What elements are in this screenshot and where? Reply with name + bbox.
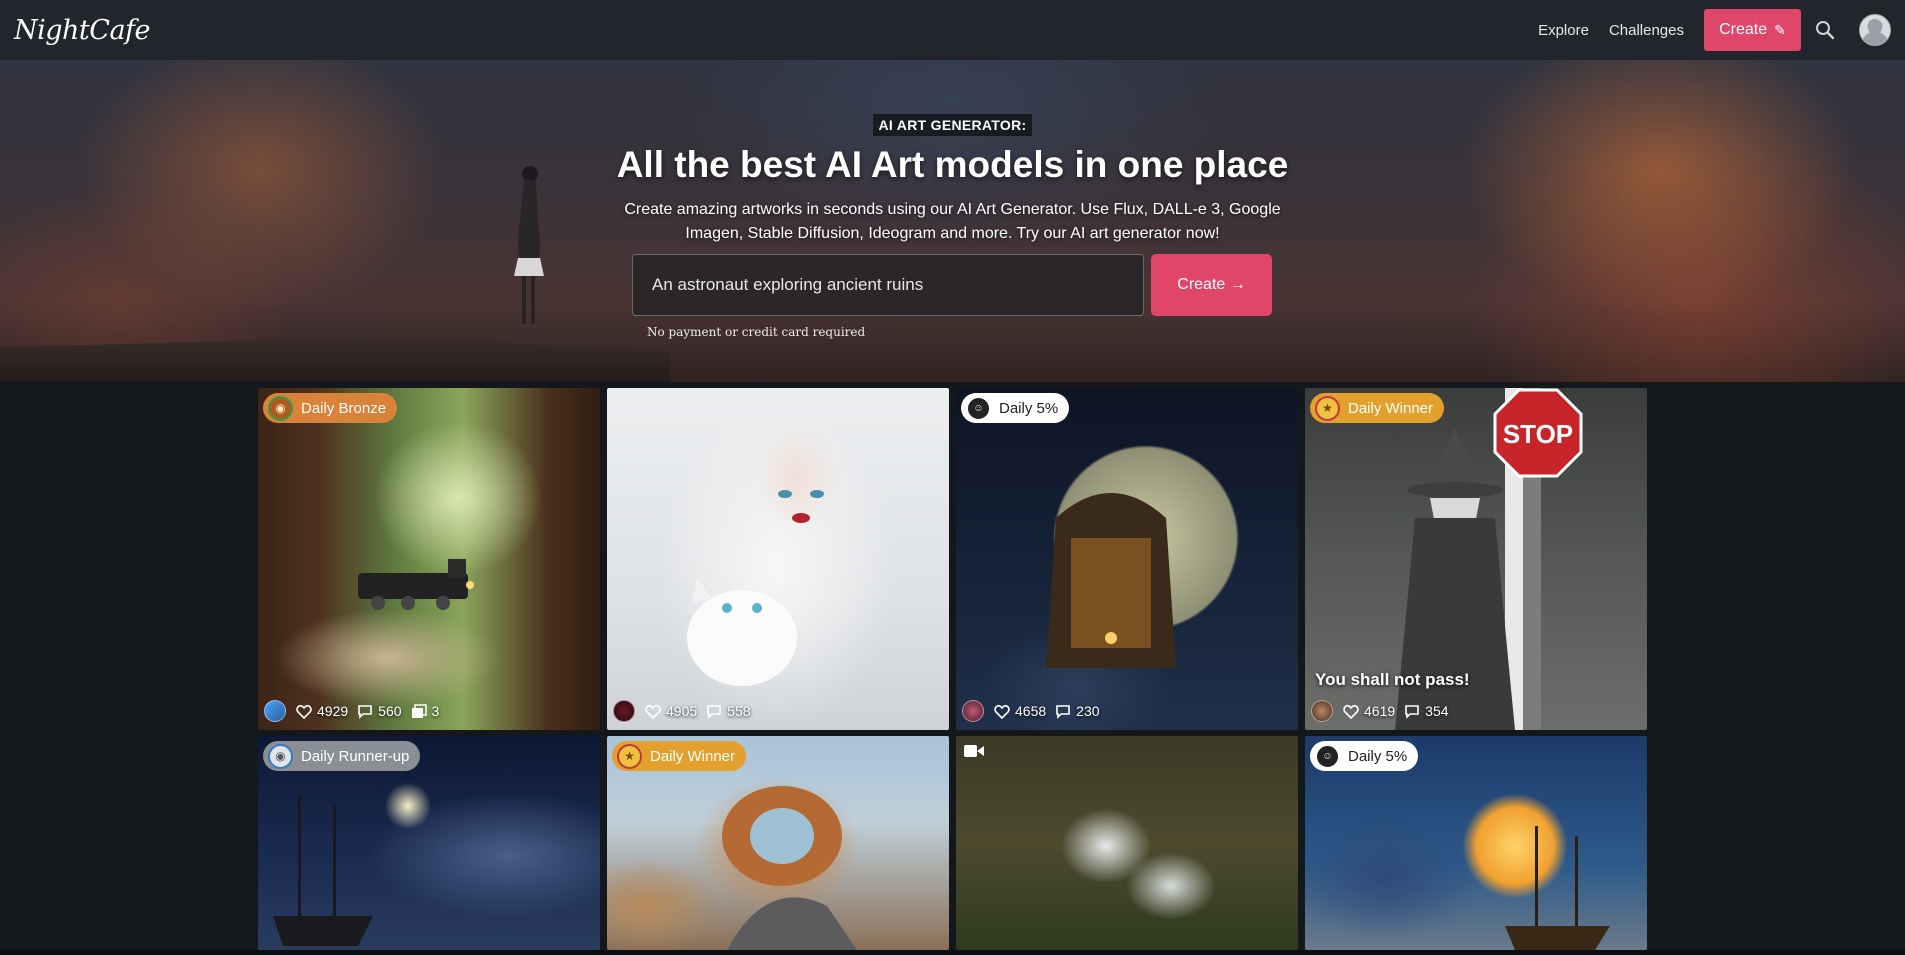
comments-count: 558 <box>727 703 751 719</box>
nightcafe-logo[interactable]: NightCafe <box>14 15 151 46</box>
likes[interactable]: 4658 <box>994 703 1046 719</box>
card-stats: 4929 560 3 <box>264 700 448 722</box>
card-stats: 4658 230 <box>962 700 1109 722</box>
hero-create-button[interactable]: Create → <box>1151 254 1272 316</box>
badge-label: Daily 5% <box>1348 747 1408 765</box>
gold-medal-icon: ★ <box>617 743 642 769</box>
likes[interactable]: 4929 <box>296 703 348 719</box>
hero-content: AI ART GENERATOR: All the best AI Art mo… <box>0 60 1905 246</box>
prompt-row: An astronaut exploring ancient ruins Cre… <box>632 254 1272 316</box>
artwork-card[interactable]: STOP ★ Daily Winner You shall not pass! … <box>1305 388 1647 730</box>
likes-count: 4929 <box>317 703 349 719</box>
award-badge: ★ Daily Winner <box>612 741 747 771</box>
images: 3 <box>411 703 440 719</box>
page-bottom-edge <box>0 950 1905 955</box>
video-icon <box>964 745 984 757</box>
top-percent-icon: ☺ <box>1315 743 1340 769</box>
comments-count: 230 <box>1076 703 1100 719</box>
likes-count: 4905 <box>666 703 698 719</box>
heart-icon <box>1343 704 1359 719</box>
artwork-card[interactable]: ★ Daily Winner <box>607 736 949 950</box>
badge-label: Daily Bronze <box>301 399 387 417</box>
nav-create-label: Create <box>1719 21 1768 38</box>
comments[interactable]: 230 <box>1055 703 1100 719</box>
comment-icon <box>358 704 372 719</box>
hero-subtext: Create amazing artworks in seconds using… <box>624 201 1281 242</box>
comment-icon <box>1405 704 1419 719</box>
card-stats: 4619 354 <box>1311 700 1458 722</box>
likes[interactable]: 4619 <box>1343 703 1395 719</box>
award-badge: ◉ Daily Bronze <box>263 393 398 423</box>
pencil-icon: ✎ <box>1774 21 1786 38</box>
top-percent-icon: ☺ <box>966 395 991 421</box>
heart-icon <box>994 704 1010 719</box>
nav-link-challenges[interactable]: Challenges <box>1609 22 1684 39</box>
artwork-card[interactable]: ◉ Daily Bronze 4929 560 3 <box>258 388 600 730</box>
badge-label: Daily Winner <box>650 747 736 765</box>
heart-icon <box>645 704 661 719</box>
comments-count: 354 <box>1425 703 1449 719</box>
hero-headline: All the best AI Art models in one place <box>616 144 1289 185</box>
comment-icon <box>1056 704 1070 719</box>
bronze-medal-icon: ◉ <box>268 395 293 421</box>
artwork-card[interactable]: ☺ Daily 5% 4658 230 <box>956 388 1298 730</box>
artwork-image <box>956 736 1298 950</box>
artwork-caption: You shall not pass! <box>1315 670 1470 689</box>
artwork-card[interactable]: ☺ Daily 5% <box>1305 736 1647 950</box>
badge-label: Daily 5% <box>999 399 1059 417</box>
artwork-card[interactable]: ◉ Daily Runner-up <box>258 736 600 950</box>
no-payment-note: No payment or credit card required <box>647 325 866 339</box>
comments-count: 560 <box>378 703 402 719</box>
library-tree-illustration <box>1046 493 1176 668</box>
face-illustration <box>778 490 824 523</box>
search-icon[interactable] <box>1815 18 1839 42</box>
award-badge: ☺ Daily 5% <box>961 393 1070 423</box>
comments[interactable]: 560 <box>357 703 402 719</box>
award-badge: ◉ Daily Runner-up <box>263 741 421 771</box>
cat-illustration <box>687 578 797 686</box>
hero-kicker: AI ART GENERATOR: <box>872 114 1033 136</box>
nav-link-explore[interactable]: Explore <box>1538 22 1589 39</box>
author-avatar[interactable] <box>613 700 635 722</box>
likes[interactable]: 4905 <box>645 703 697 719</box>
ship-illustration <box>1505 826 1610 950</box>
comment-icon <box>707 704 721 719</box>
images-count: 3 <box>431 703 440 719</box>
author-avatar[interactable] <box>962 700 984 722</box>
images-icon <box>411 703 427 718</box>
ship-illustration <box>273 796 373 946</box>
nav-create-button[interactable]: Create ✎ <box>1704 9 1801 51</box>
card-stats: 4905 558 <box>613 700 760 722</box>
gold-medal-icon: ★ <box>1315 395 1340 421</box>
user-avatar[interactable] <box>1859 14 1891 46</box>
nav-right: Explore Challenges Create ✎ <box>1538 9 1891 51</box>
artwork-card[interactable]: 4905 558 <box>607 388 949 730</box>
author-avatar[interactable] <box>264 700 286 722</box>
badge-label: Daily Winner <box>1348 399 1434 417</box>
award-badge: ★ Daily Winner <box>1310 393 1445 423</box>
silver-medal-icon: ◉ <box>268 743 293 769</box>
likes-count: 4619 <box>1364 703 1396 719</box>
train-illustration <box>358 559 474 610</box>
likes-count: 4658 <box>1015 703 1047 719</box>
comments[interactable]: 354 <box>1404 703 1449 719</box>
prompt-input[interactable]: An astronaut exploring ancient ruins <box>632 254 1144 316</box>
award-badge: ☺ Daily 5% <box>1310 741 1419 771</box>
colosseum-illustration <box>722 786 857 950</box>
heart-icon <box>296 704 312 719</box>
hero-banner: AI ART GENERATOR: All the best AI Art mo… <box>0 60 1905 382</box>
comments[interactable]: 558 <box>706 703 751 719</box>
badge-label: Daily Runner-up <box>301 747 410 765</box>
author-avatar[interactable] <box>1311 700 1333 722</box>
top-navbar: NightCafe Explore Challenges Create ✎ <box>0 0 1905 60</box>
artwork-card[interactable] <box>956 736 1298 950</box>
